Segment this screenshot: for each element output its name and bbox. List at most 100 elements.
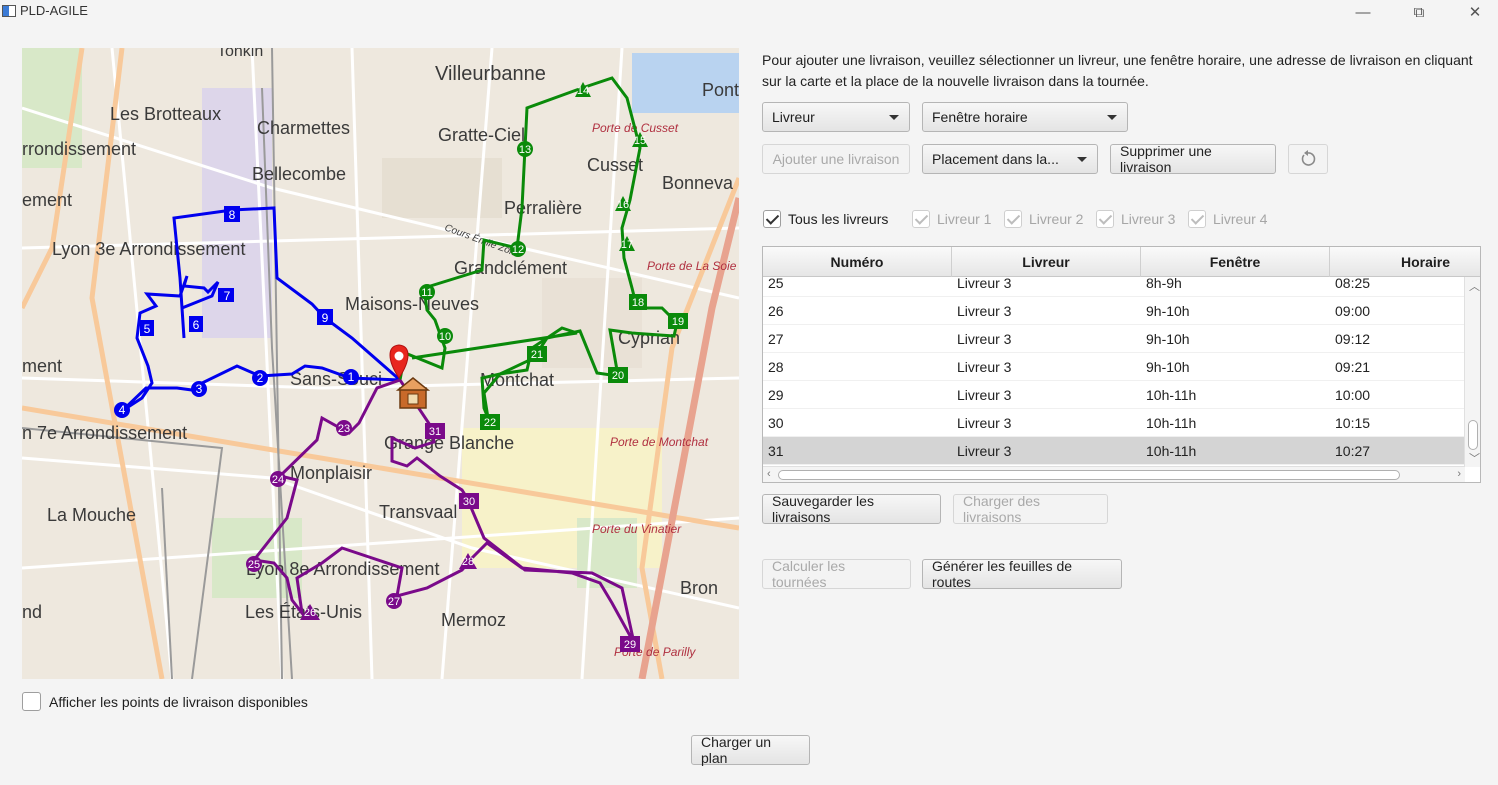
cell-fenetre: 9h-10h bbox=[1146, 359, 1190, 375]
maximize-button[interactable]: ⧉ bbox=[1396, 0, 1442, 24]
column-header-horaire[interactable]: Horaire bbox=[1330, 247, 1480, 277]
filter-all[interactable]: Tous les livreurs bbox=[763, 210, 888, 228]
svg-text:nd: nd bbox=[22, 602, 42, 622]
show-points-toggle[interactable]: Afficher les points de livraison disponi… bbox=[22, 692, 308, 711]
table-row[interactable]: 30 Livreur 3 10h-11h 10:15 bbox=[763, 409, 1465, 437]
column-header-livreur[interactable]: Livreur bbox=[952, 247, 1141, 277]
svg-text:Porte de La Soie: Porte de La Soie bbox=[647, 259, 737, 273]
svg-text:ement: ement bbox=[22, 190, 72, 210]
compute-tours-button[interactable]: Calculer les tournées bbox=[762, 558, 911, 590]
cell-horaire: 09:12 bbox=[1335, 331, 1371, 347]
chevron-down-icon bbox=[1077, 157, 1087, 162]
stop-marker: 1 bbox=[348, 370, 355, 384]
svg-text:4: 4 bbox=[119, 403, 126, 417]
svg-text:ment: ment bbox=[22, 356, 62, 376]
scroll-up-icon[interactable]: ︿ bbox=[1469, 278, 1480, 294]
instructions-text: Pour ajouter une livraison, veuillez sél… bbox=[762, 52, 1473, 89]
cell-numero: 27 bbox=[768, 331, 784, 347]
livreur-dropdown-value: Livreur bbox=[772, 109, 815, 125]
svg-text:Porte du Vinatier: Porte du Vinatier bbox=[592, 522, 682, 536]
svg-text:Transvaal: Transvaal bbox=[379, 502, 457, 522]
filter-livreur-1-label: Livreur 1 bbox=[937, 211, 992, 227]
cell-livreur: Livreur 3 bbox=[957, 303, 1012, 319]
scroll-down-icon[interactable]: ﹀ bbox=[1469, 450, 1480, 466]
column-header-fenetre[interactable]: Fenêtre bbox=[1141, 247, 1330, 277]
table-row[interactable]: 28 Livreur 3 9h-10h 09:21 bbox=[763, 353, 1465, 381]
table-row[interactable]: 29 Livreur 3 10h-11h 10:00 bbox=[763, 381, 1465, 409]
vertical-scrollbar[interactable]: ︿ ﹀ bbox=[1464, 277, 1480, 467]
filter-all-checkbox[interactable] bbox=[763, 210, 781, 228]
cell-numero: 30 bbox=[768, 415, 784, 431]
fenetre-dropdown-value: Fenêtre horaire bbox=[932, 109, 1028, 125]
svg-text:14: 14 bbox=[577, 85, 589, 97]
horizontal-scroll-thumb[interactable] bbox=[778, 470, 1400, 480]
filter-livreur-3-checkbox[interactable] bbox=[1096, 210, 1114, 228]
table-row[interactable]: 27 Livreur 3 9h-10h 09:12 bbox=[763, 325, 1465, 353]
chevron-down-icon bbox=[889, 115, 899, 120]
svg-text:19: 19 bbox=[672, 316, 684, 328]
filter-livreur-3[interactable]: Livreur 3 bbox=[1096, 210, 1175, 228]
undo-button[interactable] bbox=[1288, 144, 1328, 174]
filter-all-label: Tous les livreurs bbox=[788, 211, 889, 227]
svg-text:21: 21 bbox=[531, 349, 543, 361]
svg-text:20: 20 bbox=[612, 370, 624, 382]
city-map[interactable]: Villeurbanne Les Brotteaux Charmettes Gr… bbox=[22, 48, 739, 679]
show-points-checkbox[interactable] bbox=[22, 692, 41, 711]
table-row-selected[interactable]: 31 Livreur 3 10h-11h 10:27 bbox=[763, 437, 1465, 465]
save-deliveries-button[interactable]: Sauvegarder les livraisons bbox=[762, 493, 941, 525]
filter-livreur-2[interactable]: Livreur 2 bbox=[1004, 210, 1083, 228]
deliveries-table[interactable]: 25 Livreur 3 8h-9h 08:25 26 Livreur 3 9h… bbox=[762, 246, 1481, 483]
filter-livreur-1-checkbox[interactable] bbox=[912, 210, 930, 228]
cell-livreur: Livreur 3 bbox=[957, 331, 1012, 347]
column-header-numero[interactable]: Numéro bbox=[763, 247, 952, 277]
placement-dropdown[interactable]: Placement dans la... bbox=[922, 144, 1098, 174]
map-canvas[interactable]: Villeurbanne Les Brotteaux Charmettes Gr… bbox=[22, 48, 739, 679]
delete-delivery-button[interactable]: Supprimer une livraison bbox=[1110, 143, 1276, 175]
filter-livreur-4[interactable]: Livreur 4 bbox=[1188, 210, 1267, 228]
svg-text:Les Brotteaux: Les Brotteaux bbox=[110, 104, 221, 124]
svg-text:Bonneva: Bonneva bbox=[662, 173, 734, 193]
svg-text:8: 8 bbox=[229, 208, 236, 222]
cell-livreur: Livreur 3 bbox=[957, 359, 1012, 375]
vertical-scroll-thumb[interactable] bbox=[1468, 420, 1478, 450]
livreur-dropdown[interactable]: Livreur bbox=[762, 102, 910, 132]
svg-text:Gratte-Ciel: Gratte-Ciel bbox=[438, 125, 525, 145]
chevron-down-icon bbox=[1107, 115, 1117, 120]
add-delivery-button[interactable]: Ajouter une livraison bbox=[762, 144, 910, 174]
svg-text:22: 22 bbox=[484, 417, 496, 429]
cell-livreur: Livreur 3 bbox=[957, 443, 1012, 459]
generate-roadmaps-button[interactable]: Générer les feuilles de routes bbox=[922, 558, 1122, 590]
svg-text:9: 9 bbox=[322, 311, 329, 325]
table-body: 25 Livreur 3 8h-9h 08:25 26 Livreur 3 9h… bbox=[763, 269, 1465, 465]
filter-livreur-4-checkbox[interactable] bbox=[1188, 210, 1206, 228]
show-points-label: Afficher les points de livraison disponi… bbox=[49, 693, 308, 710]
load-plan-button[interactable]: Charger un plan bbox=[691, 734, 810, 766]
filter-livreur-4-label: Livreur 4 bbox=[1213, 211, 1268, 227]
svg-text:27: 27 bbox=[388, 596, 400, 608]
svg-text:5: 5 bbox=[144, 322, 151, 336]
cell-numero: 26 bbox=[768, 303, 784, 319]
minimize-button[interactable]: — bbox=[1340, 0, 1386, 24]
svg-text:30: 30 bbox=[463, 496, 475, 508]
svg-text:15: 15 bbox=[634, 135, 646, 147]
close-button[interactable]: ✕ bbox=[1452, 0, 1498, 24]
filter-livreur-2-checkbox[interactable] bbox=[1004, 210, 1022, 228]
table-row[interactable]: 26 Livreur 3 9h-10h 09:00 bbox=[763, 297, 1465, 325]
svg-text:29: 29 bbox=[624, 639, 636, 651]
filter-livreur-1[interactable]: Livreur 1 bbox=[912, 210, 991, 228]
scroll-right-icon[interactable]: › bbox=[1457, 468, 1461, 480]
svg-text:17: 17 bbox=[621, 239, 633, 251]
horizontal-scrollbar[interactable]: ‹ › bbox=[763, 466, 1465, 482]
svg-text:Perralière: Perralière bbox=[504, 198, 582, 218]
scroll-left-icon[interactable]: ‹ bbox=[767, 468, 771, 480]
table-header: Numéro Livreur Fenêtre Horaire bbox=[763, 247, 1480, 277]
cell-fenetre: 10h-11h bbox=[1146, 443, 1197, 459]
svg-text:23: 23 bbox=[338, 423, 350, 435]
svg-text:25: 25 bbox=[248, 559, 260, 571]
svg-text:7: 7 bbox=[224, 289, 231, 303]
svg-text:10: 10 bbox=[439, 331, 451, 343]
fenetre-dropdown[interactable]: Fenêtre horaire bbox=[922, 102, 1128, 132]
load-deliveries-button[interactable]: Charger des livraisons bbox=[953, 493, 1108, 525]
svg-text:Lyon 3e Arrondissement: Lyon 3e Arrondissement bbox=[52, 239, 245, 259]
svg-text:16: 16 bbox=[617, 199, 629, 211]
